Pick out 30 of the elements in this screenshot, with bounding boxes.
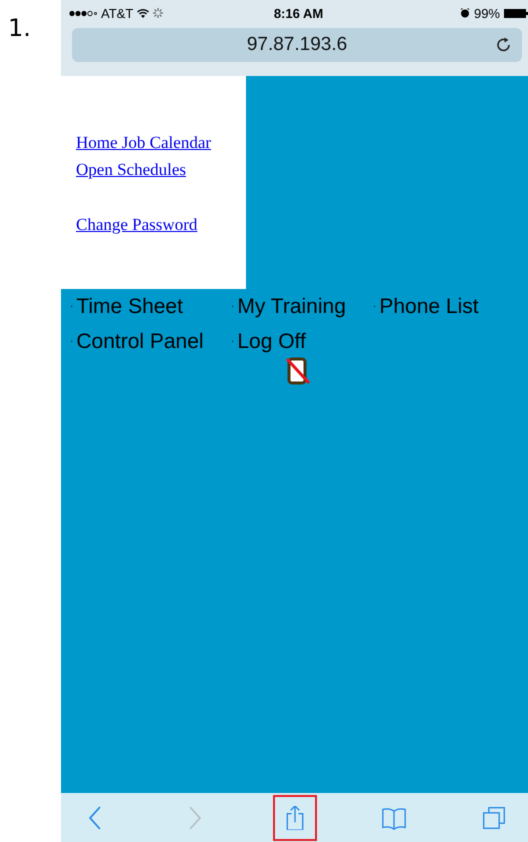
tabs-icon	[480, 806, 508, 830]
bullet-mark: ·	[373, 301, 376, 312]
carrier-name: AT&T	[101, 6, 134, 20]
loading-icon	[153, 8, 164, 18]
alarm-icon	[460, 8, 470, 18]
bullet-mark: ·	[70, 301, 74, 312]
bullet-mark: ·	[231, 301, 234, 312]
share-button[interactable]	[272, 794, 316, 840]
menu-link[interactable]: Phone List	[379, 293, 479, 320]
address-bar[interactable]: 97.87.193.6	[72, 28, 522, 62]
wifi-icon	[137, 8, 150, 18]
menu-link[interactable]: Control Panel	[76, 328, 204, 355]
bullet-mark: ·	[231, 336, 234, 347]
reload-icon[interactable]	[496, 37, 512, 53]
signal-icon	[69, 10, 97, 16]
page-link[interactable]: Home Job Calendar	[76, 129, 212, 156]
page-link[interactable]: Open Schedules	[76, 156, 186, 183]
menu-link[interactable]: Log Off	[237, 328, 306, 355]
battery-icon	[504, 8, 528, 18]
page-link[interactable]: Change Password	[76, 211, 198, 238]
battery-percent: 99%	[474, 6, 500, 20]
bookmarks-icon	[380, 806, 408, 830]
clock-time: 8:16 AM	[274, 6, 324, 20]
step-number: 1.	[8, 14, 31, 42]
menu-link[interactable]: My Training	[237, 293, 346, 320]
back-icon	[89, 806, 101, 830]
bullet-mark: ·	[70, 336, 74, 347]
forward-icon	[188, 806, 201, 830]
menu-link[interactable]: Time Sheet	[76, 293, 183, 320]
broken-phone-icon	[285, 357, 311, 385]
